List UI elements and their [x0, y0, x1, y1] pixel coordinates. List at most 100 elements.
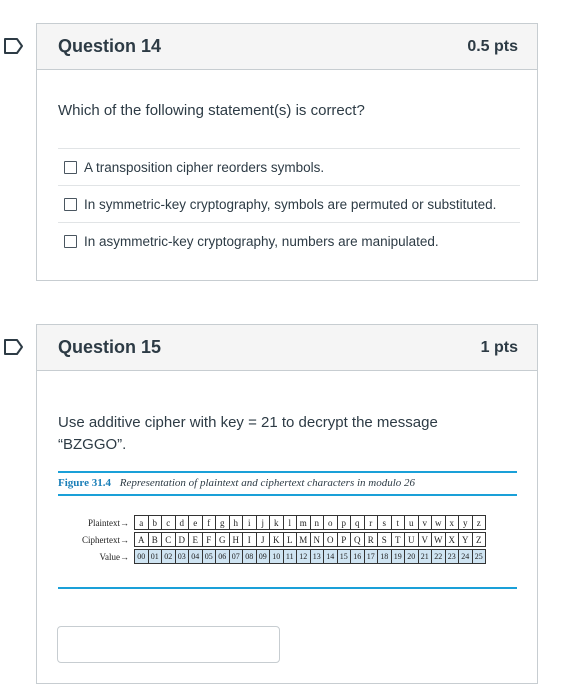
answer-option[interactable]: In symmetric-key cryptography, symbols a…: [58, 185, 520, 222]
table-cell: f: [202, 515, 216, 530]
arrow-right-icon: →: [120, 534, 129, 545]
table-cell: p: [337, 515, 351, 530]
table-cell: G: [216, 532, 230, 547]
table-cell: E: [189, 532, 203, 547]
table-cell: N: [310, 532, 324, 547]
table-cell: x: [445, 515, 459, 530]
table-cell: 05: [202, 549, 216, 564]
table-cell: b: [148, 515, 162, 530]
value-cells: 00 01 02 03 04 05 06 07 08 09 10 11 12 13 14 15 16 17 18 19…: [134, 549, 486, 564]
row-label: Value: [99, 551, 121, 562]
value-row: Value → 00 01 02 03 04 05 06 07 08 09 10 11 12 13 14 15…: [68, 548, 486, 565]
table-cell: a: [135, 515, 149, 530]
flag-question-icon[interactable]: [3, 37, 25, 55]
figure-rule: [58, 494, 517, 496]
table-cell: 03: [175, 549, 189, 564]
table-cell: d: [175, 515, 189, 530]
table-cell: X: [445, 532, 459, 547]
flag-question-icon[interactable]: [3, 338, 25, 356]
question-header: Question 14 0.5 pts: [37, 24, 537, 70]
table-cell: 04: [189, 549, 203, 564]
table-cell: 12: [297, 549, 311, 564]
answer-option[interactable]: In asymmetric-key cryptography, numbers …: [58, 222, 520, 259]
figure-number: Figure 31.4: [58, 477, 111, 489]
table-cell: H: [229, 532, 243, 547]
answer-input[interactable]: [57, 626, 280, 663]
table-cell: 06: [216, 549, 230, 564]
table-cell: m: [297, 515, 311, 530]
table-cell: 10: [270, 549, 284, 564]
question-title: Question 14: [58, 36, 162, 56]
table-cell: U: [405, 532, 419, 547]
table-cell: Y: [459, 532, 473, 547]
table-cell: W: [432, 532, 446, 547]
answer-label: In symmetric-key cryptography, symbols a…: [84, 196, 497, 212]
plaintext-row: Plaintext → abcdefghijklmnopqrstuvwxyz: [68, 514, 486, 531]
checkbox-icon[interactable]: [64, 197, 77, 211]
table-cell: 08: [243, 549, 257, 564]
table-cell: c: [162, 515, 176, 530]
checkbox-icon[interactable]: [64, 160, 77, 174]
question-prompt-line: Use additive cipher with key = 21 to dec…: [58, 414, 438, 431]
table-cell: j: [256, 515, 270, 530]
table-cell: C: [162, 532, 176, 547]
table-cell: L: [283, 532, 297, 547]
question-title: Question 15: [58, 337, 162, 357]
table-cell: I: [243, 532, 257, 547]
question-prompt: Use additive cipher with key = 21 to dec…: [58, 412, 438, 456]
table-cell: r: [364, 515, 378, 530]
table-cell: 18: [378, 549, 392, 564]
table-cell: V: [418, 532, 432, 547]
table-cell: T: [391, 532, 405, 547]
arrow-right-icon: →: [120, 551, 129, 562]
table-cell: q: [351, 515, 365, 530]
question-prompt-line: “BZGGO”.: [58, 436, 127, 453]
table-cell: v: [418, 515, 432, 530]
table-cell: 24: [459, 549, 473, 564]
table-cell: u: [405, 515, 419, 530]
table-cell: k: [270, 515, 284, 530]
row-label: Ciphertext: [82, 534, 120, 545]
table-cell: 11: [283, 549, 297, 564]
table-cell: B: [148, 532, 162, 547]
table-cell: S: [378, 532, 392, 547]
table-cell: D: [175, 532, 189, 547]
question-header: Question 15 1 pts: [37, 325, 537, 371]
answer-list: A transposition cipher reorders symbols.…: [58, 148, 520, 259]
table-cell: M: [297, 532, 311, 547]
table-cell: 22: [432, 549, 446, 564]
answer-label: In asymmetric-key cryptography, numbers …: [84, 233, 439, 249]
arrow-right-icon: →: [120, 517, 129, 528]
table-cell: 07: [229, 549, 243, 564]
figure-caption: Figure 31.4 Representation of plaintext …: [58, 477, 415, 489]
ciphertext-row: Ciphertext → ABCDEFGHIJKLMNOPQRSTUVWXYZ: [68, 531, 486, 548]
table-cell: i: [243, 515, 257, 530]
question-14-card: Question 14 0.5 pts Which of the followi…: [36, 23, 538, 281]
table-cell: P: [337, 532, 351, 547]
table-cell: h: [229, 515, 243, 530]
table-cell: A: [135, 532, 149, 547]
checkbox-icon[interactable]: [64, 234, 77, 248]
table-cell: 21: [418, 549, 432, 564]
table-cell: z: [472, 515, 486, 530]
answer-label: A transposition cipher reorders symbols.: [84, 159, 325, 175]
figure-caption-text: Representation of plaintext and cipherte…: [119, 477, 416, 489]
table-cell: 00: [135, 549, 149, 564]
cipher-table: Plaintext → abcdefghijklmnopqrstuvwxyz C…: [68, 514, 486, 565]
table-cell: Z: [472, 532, 486, 547]
table-cell: F: [202, 532, 216, 547]
table-cell: K: [270, 532, 284, 547]
figure-rule: [58, 587, 517, 589]
table-cell: w: [432, 515, 446, 530]
table-cell: 17: [364, 549, 378, 564]
table-cell: 09: [256, 549, 270, 564]
table-cell: l: [283, 515, 297, 530]
table-cell: 19: [391, 549, 405, 564]
question-points: 1 pts: [480, 338, 518, 356]
table-cell: 25: [472, 549, 486, 564]
table-cell: 20: [405, 549, 419, 564]
answer-option[interactable]: A transposition cipher reorders symbols.: [58, 148, 520, 185]
table-cell: y: [459, 515, 473, 530]
table-cell: 23: [445, 549, 459, 564]
table-cell: 13: [310, 549, 324, 564]
